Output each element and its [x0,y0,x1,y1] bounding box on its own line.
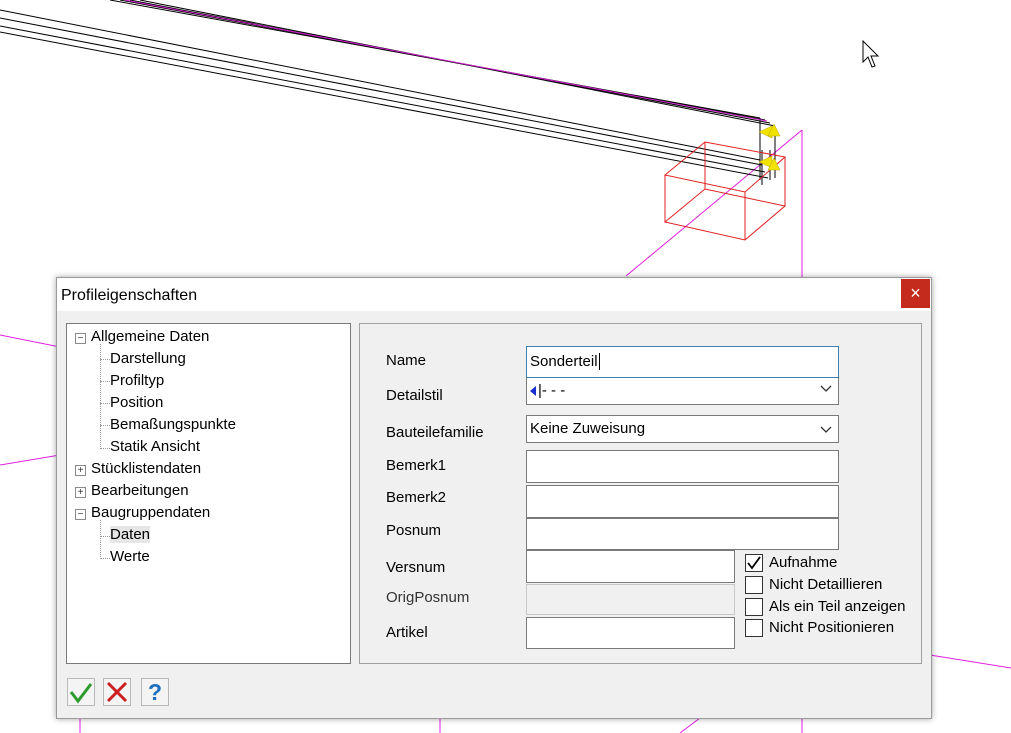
name-value: Sonderteil [530,353,598,370]
versnum-field[interactable] [526,550,735,583]
bemerk2-field[interactable] [526,485,839,518]
bauteilefamilie-label: Bauteilefamilie [386,424,484,441]
origposnum-field [526,584,735,615]
help-button[interactable]: ? [141,678,169,706]
als-ein-teil-anzeigen-checkbox[interactable] [745,598,763,616]
tree-connector [100,558,110,559]
detailstil-value: |- - - [538,382,566,399]
tree-item-baugruppendaten[interactable]: Baugruppendaten [91,504,210,521]
bemerk2-label: Bemerk2 [386,489,447,506]
als-ein-teil-anzeigen-label[interactable]: Als ein Teil anzeigen [769,598,905,615]
collapse-icon[interactable]: − [75,509,86,520]
help-icon: ? [147,679,163,705]
checkmark-icon [69,683,93,704]
dialog-title: Profileigenschaften [61,287,198,304]
tree-connector [100,520,101,559]
bauteilefamilie-value: Keine Zuweisung [530,420,646,437]
close-icon: × [910,283,921,303]
tree-connector [100,448,110,449]
posnum-label: Posnum [386,522,442,539]
cancel-icon [106,681,128,703]
ok-button[interactable] [67,678,95,706]
lower-beam [0,9,771,185]
nicht-positionieren-label[interactable]: Nicht Positionieren [769,619,894,636]
tree-item-profiltyp[interactable]: Profiltyp [110,372,164,389]
tree-item-bemassungspunkte[interactable]: Bemaßungspunkte [110,416,236,433]
text-caret [598,353,600,370]
tree-item-allgemeine-daten[interactable]: Allgemeine Daten [91,328,209,345]
profile-properties-dialog: Profileigenschaften × − Allgemeine Daten… [56,277,932,719]
close-button[interactable]: × [901,279,930,308]
tree-item-darstellung[interactable]: Darstellung [110,350,186,367]
name-label: Name [386,352,427,369]
expand-icon[interactable]: + [75,465,86,476]
tree-connector [100,381,110,382]
handle-markers [758,123,781,171]
bemerk1-label: Bemerk1 [386,457,447,474]
origposnum-label: OrigPosnum [386,589,470,606]
detailstil-select[interactable]: |- - - [526,378,839,405]
artikel-field[interactable] [526,617,735,649]
nicht-positionieren-checkbox[interactable] [745,619,763,637]
tree-item-bearbeitungen[interactable]: Bearbeitungen [91,482,189,499]
chevron-down-icon [820,385,832,392]
name-field[interactable]: Sonderteil [526,346,839,378]
checkmark-icon [747,556,761,570]
aufnahme-checkbox[interactable] [745,554,763,572]
expand-icon[interactable]: + [75,487,86,498]
tree-item-position[interactable]: Position [110,394,163,411]
collapse-icon[interactable]: − [75,333,86,344]
posnum-field[interactable] [526,518,839,550]
bauteilefamilie-select[interactable]: Keine Zuweisung [526,415,839,443]
tree-connector [100,359,110,360]
mouse-cursor-icon [862,40,880,68]
category-tree[interactable]: − Allgemeine Daten Darstellung Profiltyp… [66,323,351,664]
title-bar[interactable]: Profileigenschaften × [57,278,931,311]
aufnahme-label[interactable]: Aufnahme [769,554,837,571]
detailstil-label: Detailstil [386,387,443,404]
tree-item-stuecklistendaten[interactable]: Stücklistendaten [91,460,201,477]
properties-panel: Name Sonderteil Detailstil |- - - Bautei… [359,323,922,664]
line-style-arrow-icon [530,386,536,397]
tree-connector [100,536,110,537]
cancel-button[interactable] [103,678,131,706]
upper-beam [109,0,776,180]
artikel-label: Artikel [386,624,428,641]
tree-connector [100,403,110,404]
nicht-detaillieren-label[interactable]: Nicht Detaillieren [769,576,882,593]
tree-item-werte[interactable]: Werte [110,548,150,565]
bemerk1-field[interactable] [526,450,839,483]
versnum-label: Versnum [386,559,446,576]
tree-item-daten[interactable]: Daten [110,526,151,543]
tree-item-statik-ansicht[interactable]: Statik Ansicht [110,438,200,455]
nicht-detaillieren-checkbox[interactable] [745,576,763,594]
chevron-down-icon [820,426,832,433]
tree-connector [100,425,110,426]
